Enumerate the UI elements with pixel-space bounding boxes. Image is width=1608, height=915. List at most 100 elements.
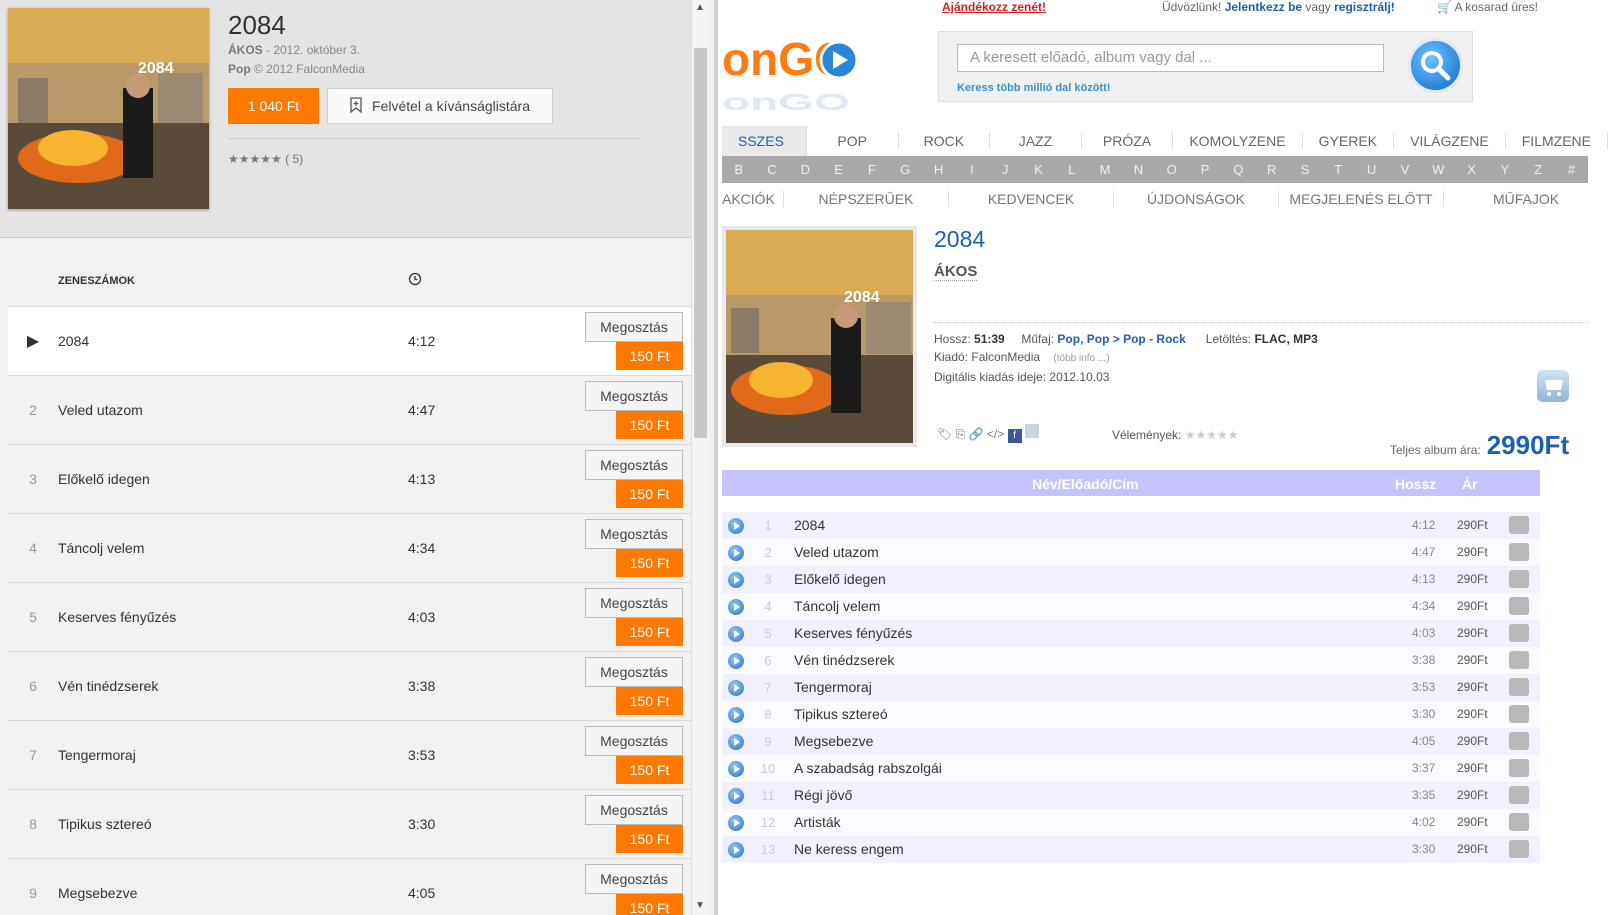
track-name[interactable]: Veled utazom (794, 544, 879, 560)
share-button[interactable]: Megosztás (585, 312, 683, 342)
scrollbar-thumb[interactable] (694, 48, 707, 438)
track-name[interactable]: Táncolj velem (794, 598, 880, 614)
letter-link[interactable]: J (989, 162, 1022, 177)
gift-music-link[interactable]: Ajándékozz zenét! (942, 0, 1046, 14)
search-input[interactable]: A keresett előadó, album vagy dal ... (957, 44, 1384, 72)
letter-link[interactable]: T (1322, 162, 1355, 177)
buy-track-button[interactable]: 150 Ft (616, 342, 683, 370)
scroll-up-arrow-icon[interactable]: ▲ (695, 2, 705, 13)
letter-link[interactable]: Y (1488, 162, 1521, 177)
letter-link[interactable]: B (722, 162, 755, 177)
cart-icon[interactable] (1509, 597, 1529, 615)
cart-icon[interactable] (1509, 813, 1529, 831)
section-link[interactable]: MŰFAJOK (1444, 191, 1608, 207)
scroll-down-arrow-icon[interactable]: ▼ (695, 900, 705, 911)
track-row[interactable]: 11 Régi jövő 3:35 290Ft (722, 782, 1540, 809)
share-button[interactable]: Megosztás (585, 381, 683, 411)
genre-tab[interactable]: SSZES (722, 126, 807, 156)
album-title[interactable]: 2084 (934, 226, 985, 253)
genre-tab[interactable]: KOMOLYZENE (1173, 133, 1303, 149)
section-link[interactable]: ÚJDONSÁGOK (1114, 191, 1279, 207)
track-name[interactable]: Tengermoraj (794, 679, 872, 695)
letter-link[interactable]: V (1388, 162, 1421, 177)
genre-tab[interactable]: PRÓZA (1082, 133, 1174, 149)
track-row[interactable]: 7 Tengermoraj 3:53 290Ft (722, 674, 1540, 701)
track-row[interactable]: 6 Vén tinédzserek 3:38 290Ft (722, 647, 1540, 674)
cart-status[interactable]: 🛒 A kosarad üres! (1437, 0, 1538, 14)
track-row[interactable]: 12 Artisták 4:02 290Ft (722, 809, 1540, 836)
wishlist-button[interactable]: Felvétel a kívánságlistára (327, 88, 553, 124)
play-icon[interactable]: ▶ (8, 331, 58, 351)
tag-icon[interactable]: 🏷 (937, 427, 952, 441)
cart-icon[interactable] (1509, 840, 1529, 858)
track-row[interactable]: 3 Előkelő idegen 4:13 290Ft (722, 566, 1540, 593)
genre-tab[interactable]: VILÁGZENE (1394, 133, 1506, 149)
genre-tab[interactable]: ROCK (899, 133, 991, 149)
share-button[interactable]: Megosztás (585, 726, 683, 756)
share-button[interactable]: Megosztás (585, 657, 683, 687)
letter-link[interactable]: M (1088, 162, 1121, 177)
buy-track-button[interactable]: 150 Ft (616, 549, 683, 577)
facebook-icon[interactable]: f (1007, 429, 1022, 443)
genre-tab[interactable]: GYEREK (1303, 133, 1395, 149)
login-link[interactable]: Jelentkezz be (1225, 0, 1302, 14)
buy-album-button[interactable]: 1 040 Ft (228, 88, 319, 124)
track-name[interactable]: Artisták (794, 814, 841, 830)
genre-tab[interactable]: FILMZENE (1506, 133, 1608, 149)
letter-link[interactable]: L (1055, 162, 1088, 177)
reviews-stars[interactable]: ★★★★★ (1185, 428, 1239, 442)
artist-link[interactable]: ÁKOS (934, 263, 978, 281)
register-link[interactable]: regisztrálj! (1334, 0, 1395, 14)
letter-link[interactable]: # (1555, 162, 1588, 177)
track-row[interactable]: 8 Tipikus sztereó 3:30 Megosztás 150 Ft (8, 790, 691, 859)
letter-link[interactable]: S (1288, 162, 1321, 177)
section-link[interactable]: AKCIÓK (722, 191, 784, 207)
search-button[interactable] (1408, 38, 1463, 93)
play-icon[interactable] (728, 788, 744, 804)
genre-link[interactable]: Pop (228, 62, 251, 76)
share-icon[interactable] (1024, 424, 1039, 438)
track-row[interactable]: 13 Ne keress engem 3:30 290Ft (722, 836, 1540, 863)
buy-track-button[interactable]: 150 Ft (616, 411, 683, 439)
section-link[interactable]: MEGJELENÉS ELŐTT (1279, 191, 1444, 207)
bookmark-icon[interactable]: ⎘ (956, 427, 966, 441)
play-icon[interactable] (728, 680, 744, 696)
play-icon[interactable] (728, 572, 744, 588)
track-row[interactable]: 4 Táncolj velem 4:34 290Ft (722, 593, 1540, 620)
track-name[interactable]: Megsebezve (794, 733, 873, 749)
play-icon[interactable] (728, 545, 744, 561)
share-button[interactable]: Megosztás (585, 864, 683, 894)
track-row[interactable]: 9 Megsebezve 4:05 Megosztás 150 Ft (8, 859, 691, 915)
cart-icon[interactable] (1509, 570, 1529, 588)
track-row[interactable]: 6 Vén tinédzserek 3:38 Megosztás 150 Ft (8, 652, 691, 721)
track-row[interactable]: 4 Táncolj velem 4:34 Megosztás 150 Ft (8, 514, 691, 583)
track-name[interactable]: A szabadság rabszolgái (794, 760, 942, 776)
letter-link[interactable]: O (1155, 162, 1188, 177)
play-icon[interactable] (728, 599, 744, 615)
cart-icon[interactable] (1509, 624, 1529, 642)
section-link[interactable]: NÉPSZERŰEK (784, 191, 949, 207)
more-info-link[interactable]: (több info ...) (1053, 353, 1109, 364)
section-link[interactable]: KEDVENCEK (949, 191, 1114, 207)
track-row[interactable]: 5 Keserves fényűzés 4:03 Megosztás 150 Ft (8, 583, 691, 652)
track-row[interactable]: 1 2084 4:12 290Ft (722, 512, 1540, 539)
letter-link[interactable]: U (1355, 162, 1388, 177)
letter-link[interactable]: K (1022, 162, 1055, 177)
letter-link[interactable]: E (822, 162, 855, 177)
play-icon[interactable] (728, 653, 744, 669)
letter-link[interactable]: W (1422, 162, 1455, 177)
play-icon[interactable] (728, 815, 744, 831)
buy-track-button[interactable]: 150 Ft (616, 894, 683, 915)
letter-link[interactable]: Q (1222, 162, 1255, 177)
buy-track-button[interactable]: 150 Ft (616, 825, 683, 853)
letter-link[interactable]: N (1122, 162, 1155, 177)
cart-icon[interactable] (1509, 678, 1529, 696)
letter-link[interactable]: X (1455, 162, 1488, 177)
cart-icon[interactable] (1509, 732, 1529, 750)
track-name[interactable]: Ne keress engem (794, 841, 904, 857)
share-button[interactable]: Megosztás (585, 519, 683, 549)
track-row[interactable]: 2 Veled utazom 4:47 Megosztás 150 Ft (8, 376, 691, 445)
play-icon[interactable] (728, 707, 744, 723)
track-name[interactable]: Régi jövő (794, 787, 852, 803)
track-row[interactable]: 5 Keserves fényűzés 4:03 290Ft (722, 620, 1540, 647)
